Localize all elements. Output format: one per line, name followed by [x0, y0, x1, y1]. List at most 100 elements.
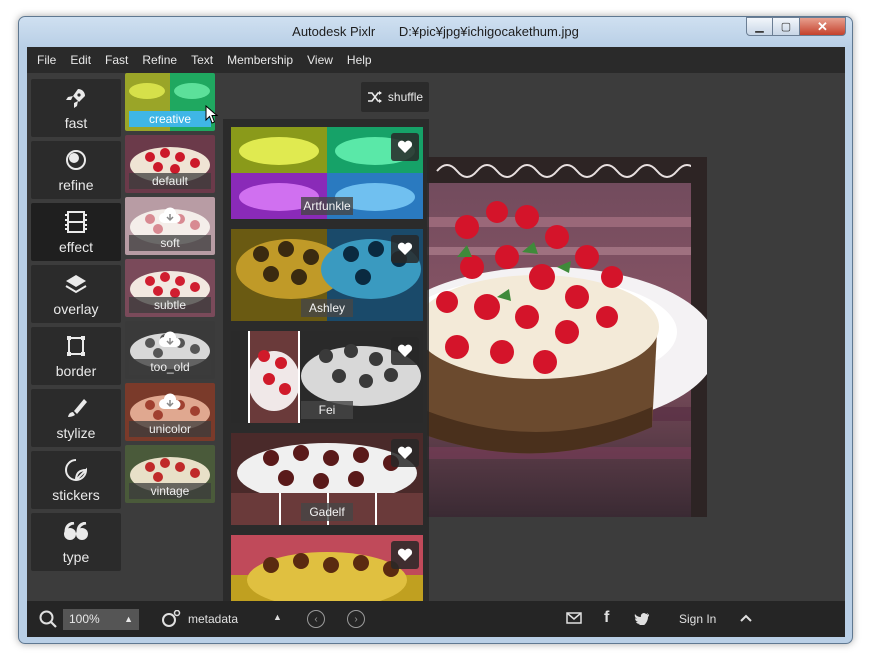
- metadata-icon[interactable]: [161, 610, 181, 628]
- tool-type[interactable]: type: [31, 513, 121, 571]
- category-creative[interactable]: creative: [125, 73, 215, 131]
- shuffle-icon: [367, 91, 382, 103]
- shuffle-button[interactable]: shuffle: [361, 82, 429, 112]
- effect-category-list: creative default soft subtle too_old uni…: [125, 73, 217, 507]
- chevron-left-icon: ‹: [314, 613, 318, 625]
- cloud-download-icon: [159, 393, 181, 409]
- tool-effect[interactable]: effect: [31, 203, 121, 261]
- window-title: Autodesk Pixlr D:¥pic¥jpg¥ichigocakethum…: [19, 24, 852, 39]
- tool-label: stylize: [56, 425, 96, 441]
- maximize-icon: ▢: [780, 21, 792, 33]
- menu-refine[interactable]: Refine: [142, 53, 177, 67]
- tool-label: stickers: [52, 487, 100, 503]
- category-label: soft: [129, 235, 211, 251]
- zoom-search-icon[interactable]: [39, 610, 57, 628]
- tool-border[interactable]: border: [31, 327, 121, 385]
- facebook-icon[interactable]: f: [604, 609, 609, 627]
- rocket-icon: [64, 85, 88, 111]
- close-button[interactable]: ✕: [800, 17, 846, 36]
- effect-label: Artfunkle: [301, 197, 353, 215]
- border-frame-icon: [64, 333, 88, 359]
- menu-edit[interactable]: Edit: [70, 53, 91, 67]
- status-bar: 100% ▲ metadata ▲ ‹ › f Sign In: [27, 601, 845, 637]
- menu-membership[interactable]: Membership: [227, 53, 293, 67]
- triangle-up-icon[interactable]: ▲: [273, 612, 282, 622]
- tool-sidebar: fast refine effect overlay border styliz…: [31, 79, 121, 575]
- category-subtle[interactable]: subtle: [125, 259, 215, 317]
- triangle-up-icon: ▲: [124, 614, 133, 624]
- chevron-up-icon[interactable]: [740, 614, 752, 622]
- chevron-right-icon: ›: [354, 613, 358, 625]
- tool-stickers[interactable]: stickers: [31, 451, 121, 509]
- favorite-heart-icon[interactable]: [391, 541, 419, 569]
- tool-label: refine: [58, 177, 94, 193]
- menu-fast[interactable]: Fast: [105, 53, 128, 67]
- menu-help[interactable]: Help: [347, 53, 372, 67]
- category-default[interactable]: default: [125, 135, 215, 193]
- tool-label: border: [55, 363, 97, 379]
- category-label: subtle: [129, 297, 211, 313]
- effect-artfunkle[interactable]: Artfunkle: [231, 127, 423, 219]
- previous-button[interactable]: ‹: [307, 610, 325, 628]
- maximize-button[interactable]: ▢: [773, 17, 800, 36]
- close-icon: ✕: [817, 18, 828, 34]
- film-icon: [64, 209, 88, 235]
- category-label: unicolor: [129, 421, 211, 437]
- cloud-download-icon: [159, 207, 181, 223]
- tool-refine[interactable]: refine: [31, 141, 121, 199]
- category-label: vintage: [129, 483, 211, 499]
- sign-in-link[interactable]: Sign In: [679, 612, 716, 626]
- cake-photo-image: [427, 157, 707, 517]
- app-name: Autodesk Pixlr: [292, 24, 376, 39]
- title-bar[interactable]: Autodesk Pixlr D:¥pic¥jpg¥ichigocakethum…: [19, 17, 852, 47]
- tool-fast[interactable]: fast: [31, 79, 121, 137]
- menu-bar: File Edit Fast Refine Text Membership Vi…: [27, 47, 845, 73]
- zoom-level-value: 100%: [69, 612, 100, 626]
- tool-label: type: [62, 549, 90, 565]
- menu-file[interactable]: File: [37, 53, 56, 67]
- tool-overlay[interactable]: overlay: [31, 265, 121, 323]
- metadata-label[interactable]: metadata: [188, 612, 238, 626]
- effect-gadelf[interactable]: Gadelf: [231, 433, 423, 525]
- file-path: D:¥pic¥jpg¥ichigocakethum.jpg: [398, 24, 579, 39]
- effect-ashley[interactable]: Ashley: [231, 229, 423, 321]
- favorite-heart-icon[interactable]: [391, 337, 419, 365]
- twitter-icon[interactable]: [634, 612, 650, 625]
- category-label: default: [129, 173, 211, 189]
- circles-icon: [64, 147, 88, 173]
- favorite-heart-icon[interactable]: [391, 235, 419, 263]
- next-button[interactable]: ›: [347, 610, 365, 628]
- category-label: creative: [129, 111, 211, 127]
- layers-icon: [64, 271, 88, 297]
- minimize-icon: ▁: [755, 21, 764, 33]
- zoom-level-select[interactable]: 100% ▲: [63, 609, 139, 630]
- category-vintage[interactable]: vintage: [125, 445, 215, 503]
- app-window: Autodesk Pixlr D:¥pic¥jpg¥ichigocakethum…: [18, 16, 853, 644]
- effect-label: Fei: [301, 401, 353, 419]
- sticker-icon: [64, 457, 88, 483]
- category-soft[interactable]: soft: [125, 197, 215, 255]
- cloud-download-icon: [159, 331, 181, 347]
- brush-icon: [64, 395, 88, 421]
- tool-label: overlay: [53, 301, 99, 317]
- category-unicolor[interactable]: unicolor: [125, 383, 215, 441]
- mail-icon[interactable]: [566, 612, 582, 624]
- favorite-heart-icon[interactable]: [391, 439, 419, 467]
- tool-label: fast: [64, 115, 88, 131]
- minimize-button[interactable]: ▁: [746, 17, 773, 36]
- photo-canvas[interactable]: [427, 157, 707, 517]
- menu-text[interactable]: Text: [191, 53, 213, 67]
- shuffle-label: shuffle: [387, 90, 424, 104]
- tool-label: effect: [59, 239, 93, 255]
- menu-view[interactable]: View: [307, 53, 333, 67]
- category-label: too_old: [129, 359, 211, 375]
- category-too-old[interactable]: too_old: [125, 321, 215, 379]
- app-client-area: File Edit Fast Refine Text Membership Vi…: [27, 47, 845, 637]
- effect-fei[interactable]: Fei: [231, 331, 423, 423]
- favorite-heart-icon[interactable]: [391, 133, 419, 161]
- effect-preset-panel: Artfunkle Ashley Fei Gadelf: [223, 119, 429, 603]
- tool-stylize[interactable]: stylize: [31, 389, 121, 447]
- quote-icon: [63, 519, 89, 545]
- effect-unnamed[interactable]: [231, 535, 423, 603]
- effect-label: Gadelf: [301, 503, 353, 521]
